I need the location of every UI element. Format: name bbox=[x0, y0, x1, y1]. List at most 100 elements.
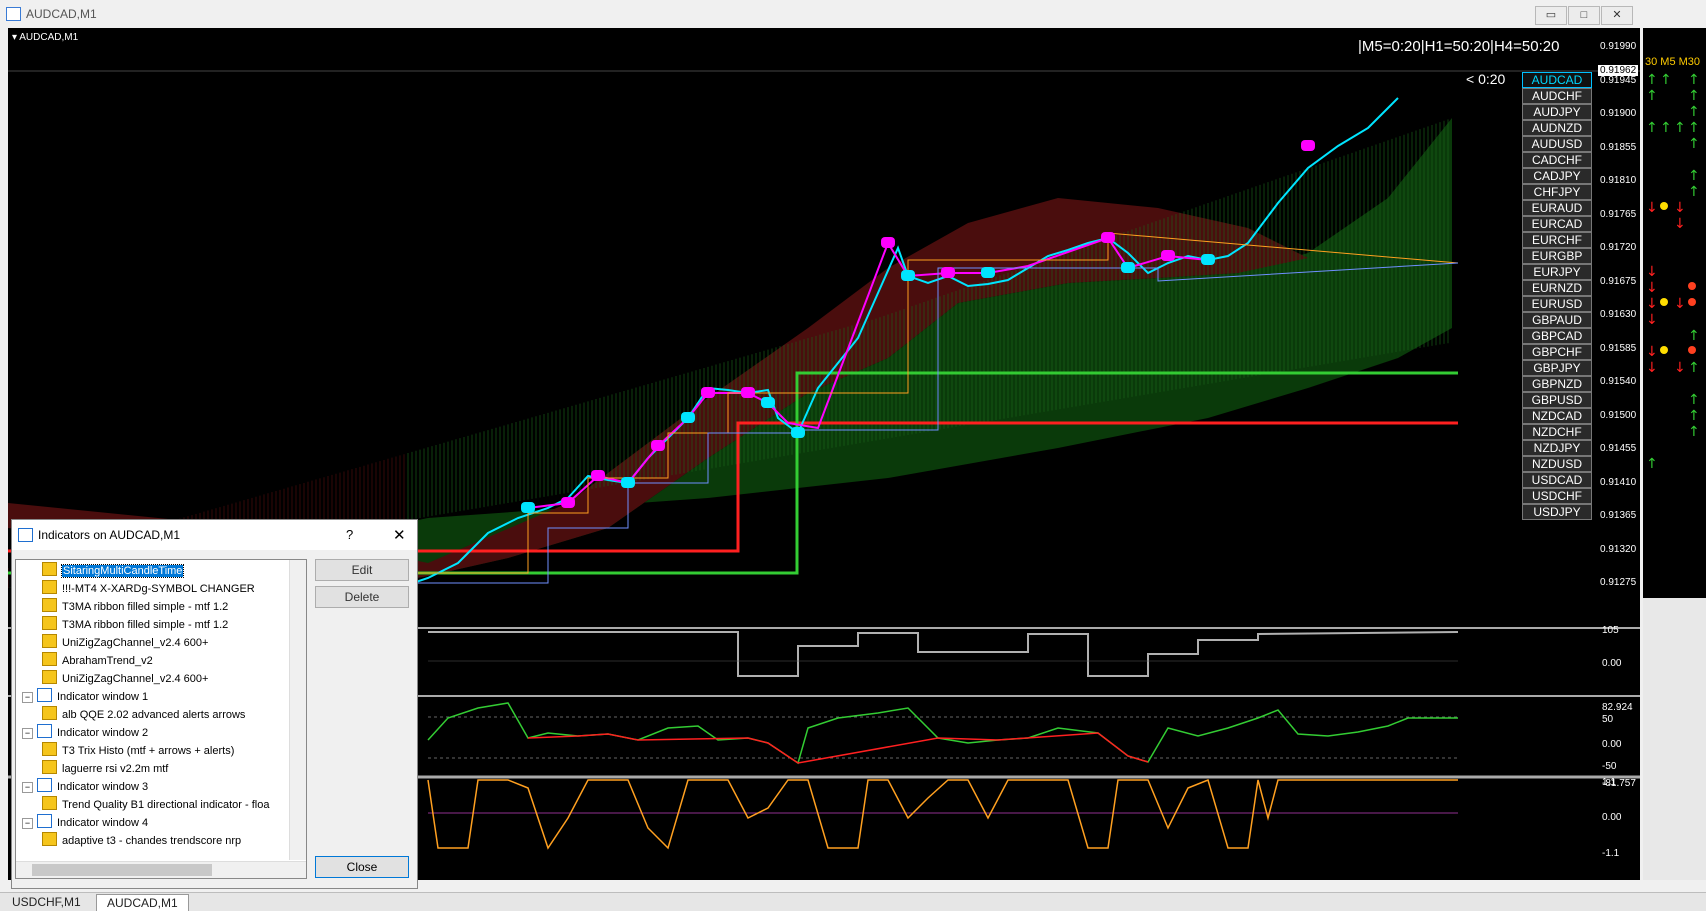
up-arrow-icon: ↑ bbox=[1688, 120, 1700, 136]
signal-dot-icon bbox=[1660, 202, 1668, 210]
scrollbar-thumb[interactable] bbox=[32, 864, 212, 876]
chart-tab[interactable]: AUDCAD,M1 bbox=[96, 894, 189, 911]
up-arrow-icon: ↑ bbox=[1674, 120, 1686, 136]
indicator-tree[interactable]: SitaringMultiCandleTime !!!-MT4 X-XARDg-S… bbox=[15, 559, 307, 879]
symbol-button-audcad[interactable]: AUDCAD bbox=[1522, 72, 1592, 88]
symbol-button-gbpchf[interactable]: GBPCHF bbox=[1522, 344, 1592, 360]
symbol-button-audusd[interactable]: AUDUSD bbox=[1522, 136, 1592, 152]
chart-symbol-label: ▾ AUDCAD,M1 bbox=[12, 32, 79, 43]
indicator-icon bbox=[42, 562, 57, 576]
symbol-button-audjpy[interactable]: AUDJPY bbox=[1522, 104, 1592, 120]
symbol-button-gbpcad[interactable]: GBPCAD bbox=[1522, 328, 1592, 344]
timer-header: |M5=0:20|H1=50:20|H4=50:20 bbox=[1358, 38, 1560, 55]
tree-indicator-item[interactable]: alb QQE 2.02 advanced alerts arrows bbox=[42, 706, 245, 722]
symbol-button-eurchf[interactable]: EURCHF bbox=[1522, 232, 1592, 248]
symbol-button-nzdcad[interactable]: NZDCAD bbox=[1522, 408, 1592, 424]
indicator-icon bbox=[42, 634, 57, 648]
symbol-button-euraud[interactable]: EURAUD bbox=[1522, 200, 1592, 216]
collapse-icon[interactable]: − bbox=[22, 818, 33, 829]
price-label: 0.91585 bbox=[1600, 342, 1637, 354]
symbol-button-usdcad[interactable]: USDCAD bbox=[1522, 472, 1592, 488]
qqe-line bbox=[428, 631, 1459, 677]
symbol-button-chfjpy[interactable]: CHFJPY bbox=[1522, 184, 1592, 200]
tree-window-node[interactable]: − Indicator window 3 bbox=[22, 778, 148, 794]
signal-dot-icon bbox=[1660, 298, 1668, 306]
delete-button[interactable]: Delete bbox=[315, 586, 409, 608]
up-arrow-icon: ↑ bbox=[1688, 360, 1700, 376]
tree-item-label: Indicator window 4 bbox=[57, 817, 149, 829]
symbol-button-usdchf[interactable]: USDCHF bbox=[1522, 488, 1592, 504]
tree-window-node[interactable]: − Indicator window 4 bbox=[22, 814, 148, 830]
symbol-button-cadjpy[interactable]: CADJPY bbox=[1522, 168, 1592, 184]
symbol-button-eurgbp[interactable]: EURGBP bbox=[1522, 248, 1592, 264]
tree-indicator-item[interactable]: UniZigZagChannel_v2.4 600+ bbox=[42, 634, 208, 650]
down-arrow-icon: ↓ bbox=[1674, 216, 1686, 232]
price-label: 0.91540 bbox=[1600, 376, 1637, 387]
collapse-icon[interactable]: − bbox=[22, 782, 33, 793]
help-button[interactable]: ? bbox=[346, 527, 353, 542]
symbol-button-gbpaud[interactable]: GBPAUD bbox=[1522, 312, 1592, 328]
edit-button[interactable]: Edit bbox=[315, 559, 409, 581]
tree-indicator-item[interactable]: adaptive t3 - chandes trendscore nrp bbox=[42, 832, 241, 848]
tree-indicator-item[interactable]: T3MA ribbon filled simple - mtf 1.2 bbox=[42, 598, 228, 614]
symbol-button-cadchf[interactable]: CADCHF bbox=[1522, 152, 1592, 168]
tree-indicator-item[interactable]: AbrahamTrend_v2 bbox=[42, 652, 153, 668]
close-window-button[interactable]: ✕ bbox=[1601, 6, 1633, 25]
tree-window-node[interactable]: − Indicator window 2 bbox=[22, 724, 148, 740]
subwindow-value-label: -1.1 bbox=[1602, 848, 1620, 859]
tree-window-node[interactable]: − Indicator window 1 bbox=[22, 688, 148, 704]
symbol-button-audchf[interactable]: AUDCHF bbox=[1522, 88, 1592, 104]
indicator-icon bbox=[42, 706, 57, 720]
symbol-button-audnzd[interactable]: AUDNZD bbox=[1522, 120, 1592, 136]
symbol-button-nzdjpy[interactable]: NZDJPY bbox=[1522, 440, 1592, 456]
subwindow-value-label: 1.1 bbox=[1602, 777, 1616, 788]
collapse-icon[interactable]: − bbox=[22, 728, 33, 739]
price-label: 0.91810 bbox=[1600, 175, 1637, 186]
trendquality-line bbox=[427, 778, 1458, 850]
zigzag-dot bbox=[621, 477, 635, 488]
maximize-button[interactable]: □ bbox=[1568, 6, 1600, 25]
down-arrow-icon: ↓ bbox=[1646, 280, 1658, 296]
window-titlebar: AUDCAD,M1 ▭ □ ✕ bbox=[0, 0, 1640, 28]
tree-indicator-item[interactable]: T3 Trix Histo (mtf + arrows + alerts) bbox=[42, 742, 234, 758]
down-arrow-icon: ↓ bbox=[1674, 296, 1686, 312]
dialog-close-icon[interactable]: ✕ bbox=[393, 526, 406, 544]
indicator-icon bbox=[42, 580, 57, 594]
close-button[interactable]: Close bbox=[315, 856, 409, 878]
zigzag-dot bbox=[741, 387, 755, 398]
tree-indicator-item[interactable]: SitaringMultiCandleTime bbox=[42, 562, 185, 578]
collapse-icon[interactable]: − bbox=[22, 692, 33, 703]
symbol-button-eurjpy[interactable]: EURJPY bbox=[1522, 264, 1592, 280]
signal-arrows: ↑ ↑ ↑↑ ↑↑↑ ↑ ↑ ↑↑↑↑↓ ↓↓↓↓↓ ↓↓↑↓↓ ↓ ↑↑↑↑↑ bbox=[1646, 72, 1700, 472]
zigzag-dot bbox=[681, 412, 695, 423]
tree-indicator-item[interactable]: !!!-MT4 X-XARDg-SYMBOL CHANGER bbox=[42, 580, 255, 596]
tree-vertical-scrollbar[interactable] bbox=[289, 560, 306, 860]
symbol-button-eurcad[interactable]: EURCAD bbox=[1522, 216, 1592, 232]
symbol-button-eurusd[interactable]: EURUSD bbox=[1522, 296, 1592, 312]
trix-line bbox=[427, 702, 1458, 765]
dialog-header: Indicators on AUDCAD,M1 ? ✕ bbox=[12, 520, 417, 550]
symbol-button-nzdusd[interactable]: NZDUSD bbox=[1522, 456, 1592, 472]
subwindow-value-label: -50 bbox=[1602, 761, 1617, 772]
zigzag-dot bbox=[1161, 250, 1175, 261]
tree-indicator-item[interactable]: UniZigZagChannel_v2.4 600+ bbox=[42, 670, 208, 686]
tree-indicator-item[interactable]: laguerre rsi v2.2m mtf bbox=[42, 760, 168, 776]
symbol-button-usdjpy[interactable]: USDJPY bbox=[1522, 504, 1592, 520]
symbol-button-gbpnzd[interactable]: GBPNZD bbox=[1522, 376, 1592, 392]
chart-tab[interactable]: USDCHF,M1 bbox=[2, 894, 91, 910]
symbol-button-gbpjpy[interactable]: GBPJPY bbox=[1522, 360, 1592, 376]
price-label: 0.91500 bbox=[1600, 409, 1637, 421]
up-arrow-icon: ↑ bbox=[1646, 120, 1658, 136]
zigzag-dot bbox=[1301, 140, 1315, 151]
tree-indicator-item[interactable]: T3MA ribbon filled simple - mtf 1.2 bbox=[42, 616, 228, 632]
tree-item-label: AbrahamTrend_v2 bbox=[62, 655, 153, 667]
minimize-button[interactable]: ▭ bbox=[1535, 6, 1567, 25]
symbol-button-nzdchf[interactable]: NZDCHF bbox=[1522, 424, 1592, 440]
symbol-button-eurnzd[interactable]: EURNZD bbox=[1522, 280, 1592, 296]
chart-tab-bar: USDCHF,M1 AUDCAD,M1 bbox=[0, 892, 1706, 911]
tree-indicator-item[interactable]: Trend Quality B1 directional indicator -… bbox=[42, 796, 269, 812]
symbol-button-gbpusd[interactable]: GBPUSD bbox=[1522, 392, 1592, 408]
signal-dot-icon bbox=[1688, 282, 1696, 290]
down-arrow-icon: ↓ bbox=[1674, 200, 1686, 216]
up-arrow-icon: ↑ bbox=[1688, 184, 1700, 200]
